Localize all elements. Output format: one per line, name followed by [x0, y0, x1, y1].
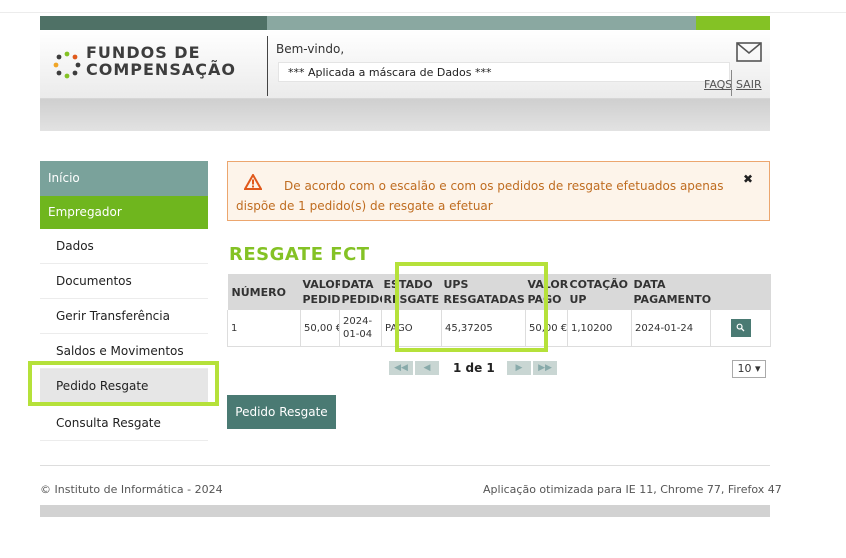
sidebar-section-empregador[interactable]: Empregador — [40, 196, 208, 229]
alert-message: De acordo com o escalão e com os pedidos… — [227, 161, 770, 221]
top-line — [0, 0, 846, 13]
sidebar-item-consulta-resgate[interactable]: Consulta Resgate — [40, 406, 208, 441]
highlight-box-sidebar — [28, 361, 219, 406]
col-header-actions — [710, 274, 771, 310]
sidebar-item-documentos[interactable]: Documentos — [40, 264, 208, 299]
pager-text: 1 de 1 — [453, 361, 495, 375]
brand-name: FUNDOS DE COMPENSAÇÃO — [86, 44, 236, 78]
pedido-resgate-button[interactable]: Pedido Resgate — [227, 395, 336, 429]
cell-numero: 1 — [227, 310, 301, 347]
sidebar-item-dados[interactable]: Dados — [40, 229, 208, 264]
header-band — [40, 99, 770, 131]
col-header-valor-pedido[interactable]: VALORPEDIDO — [300, 274, 340, 310]
link-divider — [731, 70, 732, 96]
footer-browser-note: Aplicação otimizada para IE 11, Chrome 7… — [483, 483, 782, 496]
sidebar-item-inicio[interactable]: Início — [40, 161, 208, 196]
table-pager: ◀◀ ◀ 1 de 1 ▶ ▶▶ 10 ▾ — [227, 360, 770, 378]
page-size-select[interactable]: 10 ▾ — [732, 360, 766, 378]
header-color-bar-dark — [40, 16, 267, 30]
cell-valor-pedido: 50,00 € — [300, 310, 340, 347]
cell-cotacao: 1,10200 — [567, 310, 632, 347]
next-page-icon[interactable]: ▶ — [507, 361, 531, 375]
footer-copyright: © Instituto de Informática - 2024 — [40, 483, 223, 496]
header-color-bar-mid — [267, 16, 696, 30]
cell-data-pedido: 2024- 01-04 — [339, 310, 382, 347]
view-details-button[interactable] — [730, 319, 751, 337]
brand-line-2: COMPENSAÇÃO — [86, 60, 236, 79]
brand-line-1: FUNDOS DE — [86, 43, 201, 62]
sidebar-item-gerir-transferencia[interactable]: Gerir Transferência — [40, 299, 208, 334]
highlight-box-estado-ups — [395, 262, 548, 352]
footer-bar — [40, 505, 770, 517]
col-header-cotacao-up[interactable]: COTAÇÃO UP — [567, 274, 632, 310]
mail-icon[interactable] — [736, 42, 762, 62]
cell-data-pagamento: 2024-01-24 — [631, 310, 711, 347]
footer-divider — [40, 465, 770, 466]
page-title: RESGATE FCT — [229, 244, 370, 265]
header-divider — [267, 36, 268, 96]
brand-logo[interactable]: FUNDOS DE COMPENSAÇÃO — [52, 44, 262, 84]
search-icon — [736, 323, 745, 331]
col-header-numero[interactable]: NÚMERO — [227, 274, 301, 310]
faqs-link[interactable]: FAQS — [704, 78, 732, 91]
prev-page-icon[interactable]: ◀ — [415, 361, 439, 375]
col-header-data-pedido[interactable]: DATAPEDIDO — [339, 274, 382, 310]
logout-link[interactable]: SAIR — [736, 78, 762, 91]
col-header-data-pagamento[interactable]: DATA PAGAMENTO — [631, 274, 711, 310]
cell-actions — [710, 310, 771, 347]
first-page-icon[interactable]: ◀◀ — [389, 361, 413, 375]
logo-icon — [53, 51, 81, 79]
alert-text: De acordo com o escalão e com os pedidos… — [236, 179, 724, 213]
welcome-text: Bem-vindo, — [276, 42, 345, 56]
close-icon[interactable]: ✖ — [743, 172, 753, 186]
last-page-icon[interactable]: ▶▶ — [533, 361, 557, 375]
header-color-bar-green — [696, 16, 770, 30]
mask-notice: *** Aplicada a máscara de Dados *** — [278, 62, 730, 82]
